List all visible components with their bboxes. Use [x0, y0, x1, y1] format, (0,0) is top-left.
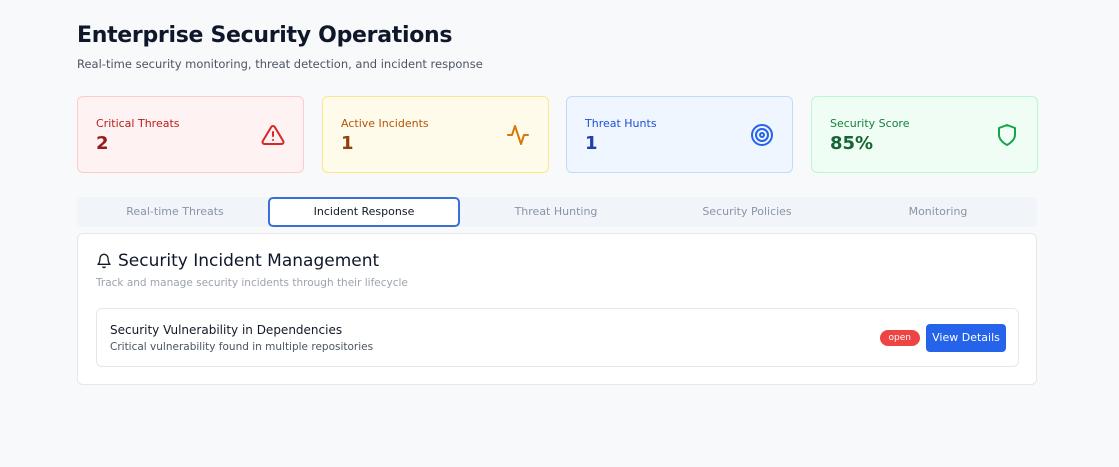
panel-description: Track and manage security incidents thro…	[96, 277, 408, 289]
page-subtitle: Real-time security monitoring, threat de…	[77, 57, 483, 71]
tab-security-policies[interactable]: Security Policies	[651, 197, 843, 227]
status-badge: open	[879, 330, 920, 346]
stat-card-critical-threats: Critical Threats 2	[77, 96, 304, 173]
stat-value: 85%	[830, 133, 874, 154]
stat-label: Threat Hunts	[585, 117, 657, 130]
tab-monitoring[interactable]: Monitoring	[842, 197, 1034, 227]
view-details-button[interactable]: View Details	[926, 324, 1006, 352]
activity-icon	[507, 125, 529, 145]
page-title: Enterprise Security Operations	[77, 23, 453, 48]
incident-item: Security Vulnerability in Dependencies C…	[96, 308, 1019, 367]
stat-label: Critical Threats	[96, 117, 180, 130]
stat-card-security-score: Security Score 85%	[811, 96, 1038, 173]
tab-real-time-threats[interactable]: Real-time Threats	[79, 197, 271, 227]
target-icon	[751, 124, 773, 146]
stats-cards: Critical Threats 2 Active Incidents 1 Th…	[77, 96, 1038, 173]
stat-card-threat-hunts: Threat Hunts 1	[566, 96, 793, 173]
stat-label: Security Score	[830, 117, 910, 130]
tab-threat-hunting[interactable]: Threat Hunting	[460, 197, 652, 227]
panel-header: Security Incident Management	[96, 251, 379, 271]
panel-title: Security Incident Management	[118, 251, 380, 271]
stat-label: Active Incidents	[341, 117, 429, 130]
tab-bar: Real-time Threats Incident Response Thre…	[77, 197, 1037, 227]
stat-value: 1	[585, 133, 598, 154]
stat-value: 2	[96, 133, 109, 154]
alert-triangle-icon	[261, 124, 285, 145]
stat-value: 1	[341, 133, 354, 154]
shield-icon	[998, 124, 1016, 146]
tab-incident-response[interactable]: Incident Response	[268, 197, 460, 227]
incident-description: Critical vulnerability found in multiple…	[110, 341, 374, 353]
incident-management-panel: Security Incident Management Track and m…	[77, 233, 1037, 385]
incident-title: Security Vulnerability in Dependencies	[110, 323, 343, 337]
stat-card-active-incidents: Active Incidents 1	[322, 96, 549, 173]
bell-icon	[97, 253, 111, 269]
security-dashboard: Enterprise Security Operations Real-time…	[77, 20, 1038, 385]
